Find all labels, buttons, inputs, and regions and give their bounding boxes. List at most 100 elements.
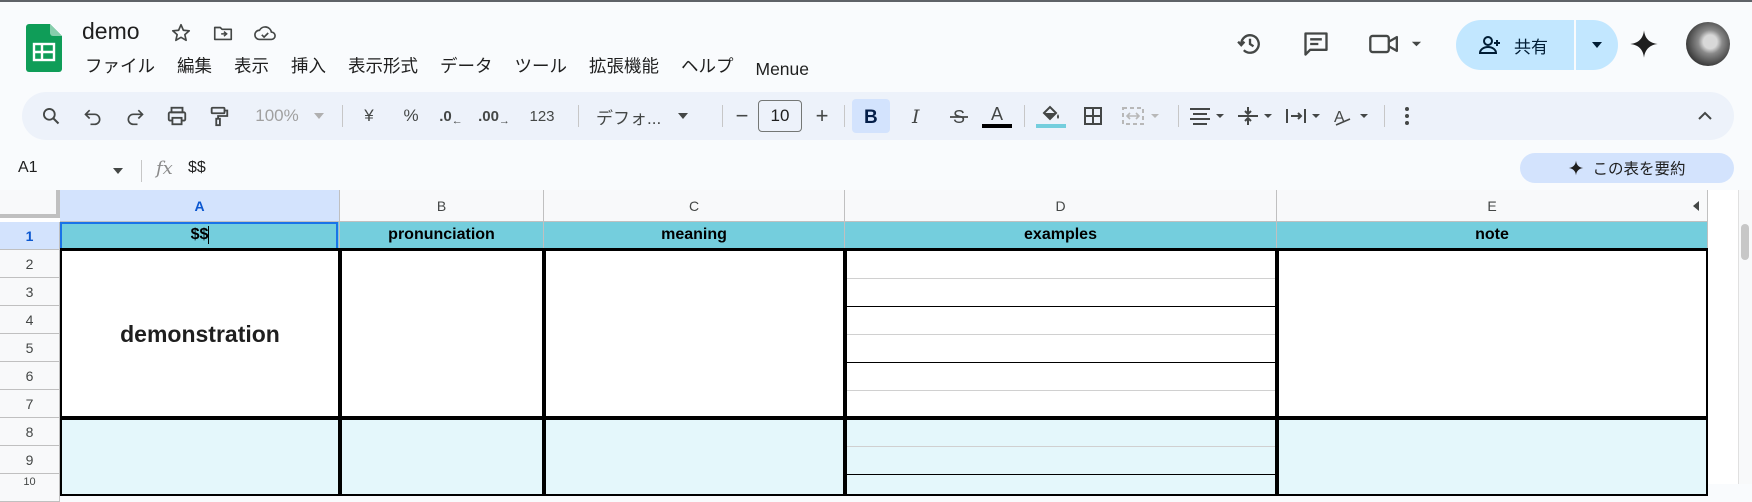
cell-c8[interactable] <box>544 416 845 496</box>
font-size-increase-button[interactable]: + <box>810 92 834 140</box>
menu-edit[interactable]: 編集 <box>166 52 223 83</box>
comment-icon[interactable] <box>1296 24 1336 64</box>
share-button[interactable]: 共有 <box>1456 20 1574 70</box>
cell-d8[interactable] <box>845 416 1277 496</box>
history-icon[interactable] <box>1230 24 1270 64</box>
cell-d2-d7[interactable] <box>845 248 1277 418</box>
document-title[interactable]: demo <box>82 18 140 45</box>
row-header-10[interactable]: 10 <box>0 474 60 502</box>
merged-cell-a8[interactable] <box>60 416 340 496</box>
increase-decimal-button[interactable]: .00 → <box>474 92 514 140</box>
font-size-decrease-button[interactable]: − <box>730 92 754 140</box>
row-line <box>847 446 1275 447</box>
scrollbar-thumb[interactable] <box>1741 224 1749 260</box>
chevron-down-icon <box>313 113 324 119</box>
move-folder-icon[interactable] <box>210 20 236 46</box>
cloud-status-icon[interactable] <box>252 20 278 46</box>
cell-e8[interactable] <box>1277 416 1708 496</box>
redo-icon[interactable] <box>120 92 150 140</box>
font-select[interactable]: デフォ... <box>596 92 708 140</box>
row-header-7[interactable]: 7 <box>0 390 60 418</box>
star-icon[interactable] <box>168 20 194 46</box>
more-icon[interactable] <box>1392 92 1422 140</box>
cell-e1[interactable]: note <box>1277 222 1708 248</box>
share-dropdown-button[interactable] <box>1576 20 1618 70</box>
borders-icon[interactable] <box>1076 92 1110 140</box>
chevron-down-icon[interactable] <box>112 167 124 175</box>
minus-label: − <box>735 103 749 128</box>
row-header-6[interactable]: 6 <box>0 362 60 390</box>
text-color-icon[interactable]: A <box>980 92 1014 140</box>
svg-text:B: B <box>864 107 878 126</box>
menu-help[interactable]: ヘルプ <box>670 52 745 83</box>
merge-icon[interactable] <box>1118 92 1168 140</box>
align-icon[interactable] <box>1186 92 1232 140</box>
row-header-4[interactable]: 4 <box>0 306 60 334</box>
zoom-select[interactable]: 100% <box>246 92 334 140</box>
formula-input[interactable]: $$ <box>188 159 206 177</box>
column-header-d[interactable]: D <box>845 190 1277 222</box>
paint-format-icon[interactable] <box>204 92 234 140</box>
menu-format[interactable]: 表示形式 <box>337 52 429 83</box>
svg-text:I: I <box>911 106 920 126</box>
scroll-left-icon[interactable] <box>1692 200 1700 212</box>
valign-icon[interactable] <box>1234 92 1280 140</box>
strikethrough-icon[interactable]: S <box>944 92 974 140</box>
currency-format-button[interactable]: ¥ <box>354 92 384 140</box>
sparkle-icon <box>1569 160 1584 176</box>
cell-d1[interactable]: examples <box>845 222 1277 248</box>
decrease-decimal-label: .0 <box>439 107 452 125</box>
collapse-icon[interactable] <box>1690 92 1720 140</box>
row-header-2[interactable]: 2 <box>0 250 60 278</box>
menu-extensions[interactable]: 拡張機能 <box>578 52 670 83</box>
formula-divider <box>141 160 142 182</box>
number-format-button[interactable]: 123 <box>522 92 562 140</box>
menu-insert[interactable]: 挿入 <box>280 52 337 83</box>
cell-b8[interactable] <box>340 416 544 496</box>
row-header-5[interactable]: 5 <box>0 334 60 362</box>
cell-b1[interactable]: pronunciation <box>340 222 544 248</box>
wrap-icon[interactable] <box>1282 92 1328 140</box>
summarize-table-button[interactable]: この表を要約 <box>1520 153 1734 183</box>
menu-custom[interactable]: Menue <box>745 55 821 83</box>
cell-c1[interactable]: meaning <box>544 222 845 248</box>
name-box[interactable]: A1 <box>18 159 38 177</box>
select-all-corner[interactable] <box>0 190 60 218</box>
meet-icon[interactable] <box>1366 24 1430 64</box>
sheets-logo-icon[interactable] <box>26 24 62 72</box>
row-header-3[interactable]: 3 <box>0 278 60 306</box>
decrease-decimal-button[interactable]: .0 ← <box>434 92 468 140</box>
font-size-value: 10 <box>770 106 790 125</box>
column-header-c[interactable]: C <box>544 190 845 222</box>
print-icon[interactable] <box>162 92 192 140</box>
undo-icon[interactable] <box>78 92 108 140</box>
fill-color-icon[interactable] <box>1034 92 1068 140</box>
italic-icon[interactable]: I <box>902 92 932 140</box>
menu-file[interactable]: ファイル <box>74 52 166 83</box>
column-header-a[interactable]: A <box>60 190 340 222</box>
row-header-1[interactable]: 1 <box>0 222 60 250</box>
cell-e2-e7[interactable] <box>1277 248 1708 418</box>
row-header-9[interactable]: 9 <box>0 446 60 474</box>
arrow-right-icon: → <box>498 115 510 127</box>
cell-b2-b7[interactable] <box>340 248 544 418</box>
menu-tools[interactable]: ツール <box>504 52 579 83</box>
avatar[interactable] <box>1686 22 1730 66</box>
menu-data[interactable]: データ <box>429 52 504 83</box>
column-header-e[interactable]: E <box>1277 190 1708 222</box>
gemini-icon[interactable] <box>1624 24 1664 64</box>
column-header-b[interactable]: B <box>340 190 544 222</box>
percent-label: % <box>403 106 419 125</box>
row-header-8[interactable]: 8 <box>0 418 60 446</box>
search-icon[interactable] <box>36 92 66 140</box>
font-size-input[interactable]: 10 <box>758 100 802 132</box>
bold-icon[interactable]: B <box>852 99 890 133</box>
zoom-value: 100% <box>255 106 299 125</box>
percent-format-button[interactable]: % <box>396 92 426 140</box>
rotate-icon[interactable]: A <box>1330 92 1376 140</box>
fx-icon: fx <box>156 158 173 179</box>
toolbar-divider <box>342 105 343 127</box>
menu-view[interactable]: 表示 <box>223 52 280 83</box>
cell-c2-c7[interactable] <box>544 248 845 418</box>
font-name: デフォ... <box>596 108 662 128</box>
